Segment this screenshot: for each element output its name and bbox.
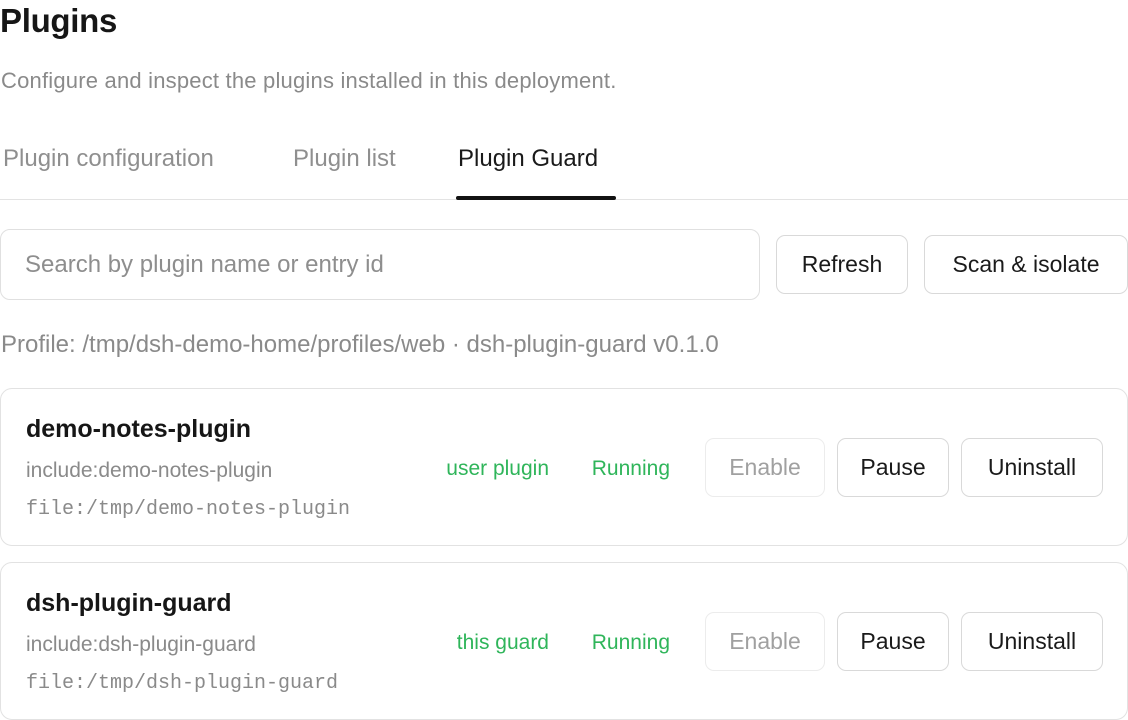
plugin-path: file:/tmp/demo-notes-plugin [26,498,351,521]
tab-plugin-guard[interactable]: Plugin Guard [458,145,598,173]
page-title: Plugins [0,2,118,39]
scan-isolate-button[interactable]: Scan & isolate [924,235,1128,294]
uninstall-button[interactable]: Uninstall [961,612,1103,671]
enable-button[interactable]: Enable [705,612,825,671]
pause-button[interactable]: Pause [837,438,949,497]
search-box [0,229,760,300]
profile-info: Profile: /tmp/dsh-demo-home/profiles/web… [1,331,719,358]
active-tab-indicator [456,196,616,200]
plugin-name: demo-notes-plugin [26,415,251,443]
plugin-card: dsh-plugin-guard include:dsh-plugin-guar… [0,562,1128,720]
uninstall-button[interactable]: Uninstall [961,438,1103,497]
tab-plugin-list[interactable]: Plugin list [293,145,396,173]
tab-bar: Plugin configuration Plugin list Plugin … [0,128,1128,200]
plugin-type-badge: this guard [456,631,549,654]
search-input[interactable] [1,230,759,299]
pause-button[interactable]: Pause [837,612,949,671]
plugin-type-badge: user plugin [446,457,549,480]
enable-button[interactable]: Enable [705,438,825,497]
plugin-status-badge: Running [591,631,670,654]
refresh-button[interactable]: Refresh [776,235,908,294]
plugin-path: file:/tmp/dsh-plugin-guard [26,672,339,695]
plugin-entry-id: include:dsh-plugin-guard [26,633,256,656]
tab-plugin-configuration[interactable]: Plugin configuration [3,145,214,173]
plugin-name: dsh-plugin-guard [26,589,232,617]
plugin-entry-id: include:demo-notes-plugin [26,459,273,482]
plugin-card: demo-notes-plugin include:demo-notes-plu… [0,388,1128,546]
plugin-status-badge: Running [591,457,670,480]
page-subtitle: Configure and inspect the plugins instal… [1,68,617,93]
